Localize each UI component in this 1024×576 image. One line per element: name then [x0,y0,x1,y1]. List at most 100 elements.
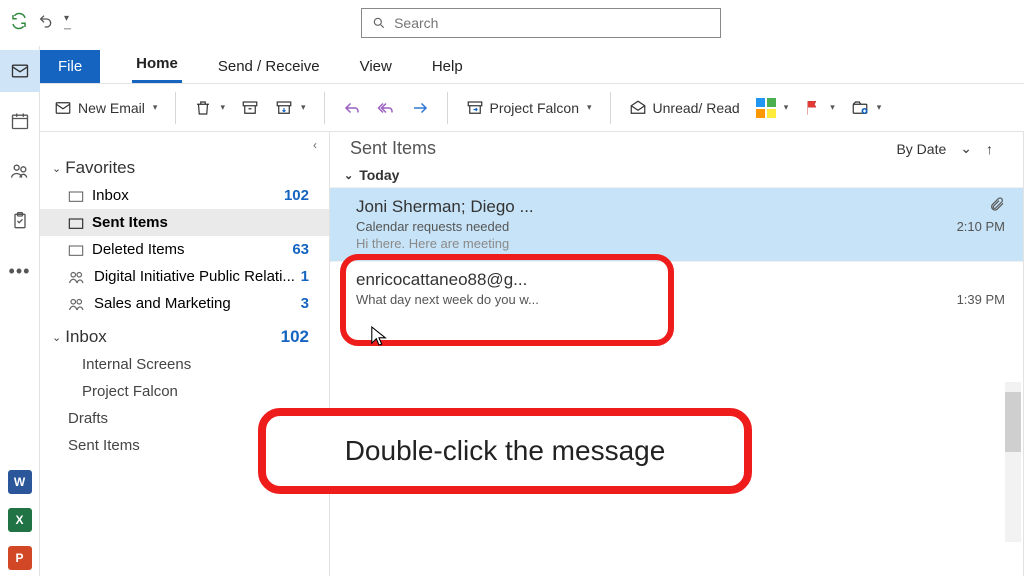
content-panes: ‹ ⌄ Favorites Inbox 102 Sent Items Delet… [40,132,1024,576]
msg-time: 2:10 PM [957,219,1005,234]
list-sort[interactable]: By Date ⌄ ↑ [896,140,993,157]
group-icon [68,269,86,285]
sync-icon[interactable] [10,12,28,35]
rail-people[interactable] [0,150,40,192]
unread-read-button[interactable]: Unread/ Read [623,95,746,121]
tab-help[interactable]: Help [428,52,467,83]
archive-icon [241,99,259,117]
chevron-down-icon: ▾ [877,102,882,113]
search-box[interactable] [361,8,721,38]
rail-more[interactable]: ••• [0,250,40,292]
chevron-down-icon: ⌄ [52,331,61,344]
nav-item-project-falcon[interactable]: Project Falcon [68,378,329,405]
nav-item-internal-screens[interactable]: Internal Screens [68,351,329,378]
forward-button[interactable] [405,95,435,121]
undo-icon[interactable] [38,13,54,34]
flag-button[interactable]: ▾ [798,95,841,121]
quick-step-label: Project Falcon [490,100,579,116]
trash-icon [194,99,212,117]
folder-icon [68,189,84,203]
msg-time: 1:39 PM [957,292,1005,307]
dots-icon: ••• [9,261,31,282]
scrollbar-thumb[interactable] [1005,392,1021,452]
tab-home[interactable]: Home [132,49,182,83]
chevron-down-icon: ▾ [153,102,158,113]
unread-read-label: Unread/ Read [653,100,740,116]
folder-icon [68,216,84,230]
chevron-down-icon: ▾ [784,102,789,113]
nav-count: 1 [301,268,309,285]
chevron-down-icon: ▾ [830,102,835,113]
msg-from: enricocattaneo88@g... [356,270,527,290]
envelope-icon [54,99,72,117]
reply-all-button[interactable] [371,95,401,121]
nav-count: 63 [292,241,309,258]
flag-icon [804,99,822,117]
nav-item-inbox[interactable]: Inbox 102 [40,182,329,209]
nav-label: Inbox [92,187,129,204]
quick-step-project[interactable]: Project Falcon ▾ [460,95,598,121]
inbox-header[interactable]: ⌄ Inbox 102 [40,323,329,351]
new-folder-button[interactable]: ▾ [845,95,888,121]
nav-count: 102 [284,187,309,204]
chevron-down-icon: ⌄ [344,169,353,182]
tab-file[interactable]: File [40,50,100,83]
ribbon-divider [324,92,325,124]
archive-button[interactable] [235,95,265,121]
folder-pane: ‹ ⌄ Favorites Inbox 102 Sent Items Delet… [40,132,330,576]
collapse-nav-icon[interactable]: ‹ [40,138,329,154]
search-input[interactable] [394,15,710,31]
qat-dropdown-icon[interactable]: ▾─ [64,11,71,35]
nav-label: Sent Items [92,214,168,231]
callout-text: Double-click the message [345,435,666,467]
tab-view[interactable]: View [356,52,396,83]
rail-word-chip[interactable]: W [8,470,32,494]
chevron-down-icon: ⌄ [960,140,972,157]
message-row-selected[interactable]: Joni Sherman; Diego ... Calendar request… [330,187,1023,261]
chevron-down-icon: ▾ [301,102,306,113]
ribbon-tabs: File Home Send / Receive View Help [40,46,1024,84]
categories-icon [756,98,776,118]
mail-icon [10,61,30,81]
inbox-header-label: Inbox [65,327,107,347]
nav-item-deleted[interactable]: Deleted Items 63 [40,236,329,263]
sort-arrow-up-icon[interactable]: ↑ [986,141,993,157]
message-list-pane: Sent Items By Date ⌄ ↑ ⌄ Today Joni Sher… [330,132,1024,576]
nav-label: Deleted Items [92,241,185,258]
tab-send-receive[interactable]: Send / Receive [214,52,324,83]
nav-item-sent-items[interactable]: Sent Items [40,209,329,236]
rail-tasks[interactable] [0,200,40,242]
sort-label: By Date [896,141,946,157]
new-email-button[interactable]: New Email ▾ [48,95,163,121]
group-today[interactable]: ⌄ Today [330,163,1023,187]
group-icon [68,296,86,312]
ribbon-divider [447,92,448,124]
delete-button[interactable]: ▾ [188,95,231,121]
calendar-icon [10,111,30,131]
nav-label: Digital Initiative Public Relati... [94,268,295,285]
favorites-header[interactable]: ⌄ Favorites [40,154,329,182]
categorize-button[interactable]: ▾ [750,94,795,122]
message-row[interactable]: enricocattaneo88@g... What day next week… [330,261,1023,317]
move-icon [275,99,293,117]
title-bar: ▾─ [0,0,1024,46]
attachment-icon [989,196,1005,217]
reply-button[interactable] [337,95,367,121]
chevron-down-icon: ⌄ [52,162,61,175]
msg-preview: Hi there. Here are meeting [356,236,1005,251]
rail-ppt-chip[interactable]: P [8,546,32,570]
msg-from: Joni Sherman; Diego ... [356,197,534,217]
cursor-icon [370,325,388,352]
nav-item-sales[interactable]: Sales and Marketing 3 [40,290,329,317]
move-button[interactable]: ▾ [269,95,312,121]
clipboard-icon [10,211,30,231]
rail-mail[interactable] [0,50,40,92]
rail-calendar[interactable] [0,100,40,142]
main-region: File Home Send / Receive View Help New E… [40,46,1024,576]
nav-item-digital[interactable]: Digital Initiative Public Relati... 1 [40,263,329,290]
folder-icon [68,243,84,257]
nav-label: Sales and Marketing [94,295,231,312]
favorites-label: Favorites [65,158,135,178]
people-icon [10,161,30,181]
rail-excel-chip[interactable]: X [8,508,32,532]
